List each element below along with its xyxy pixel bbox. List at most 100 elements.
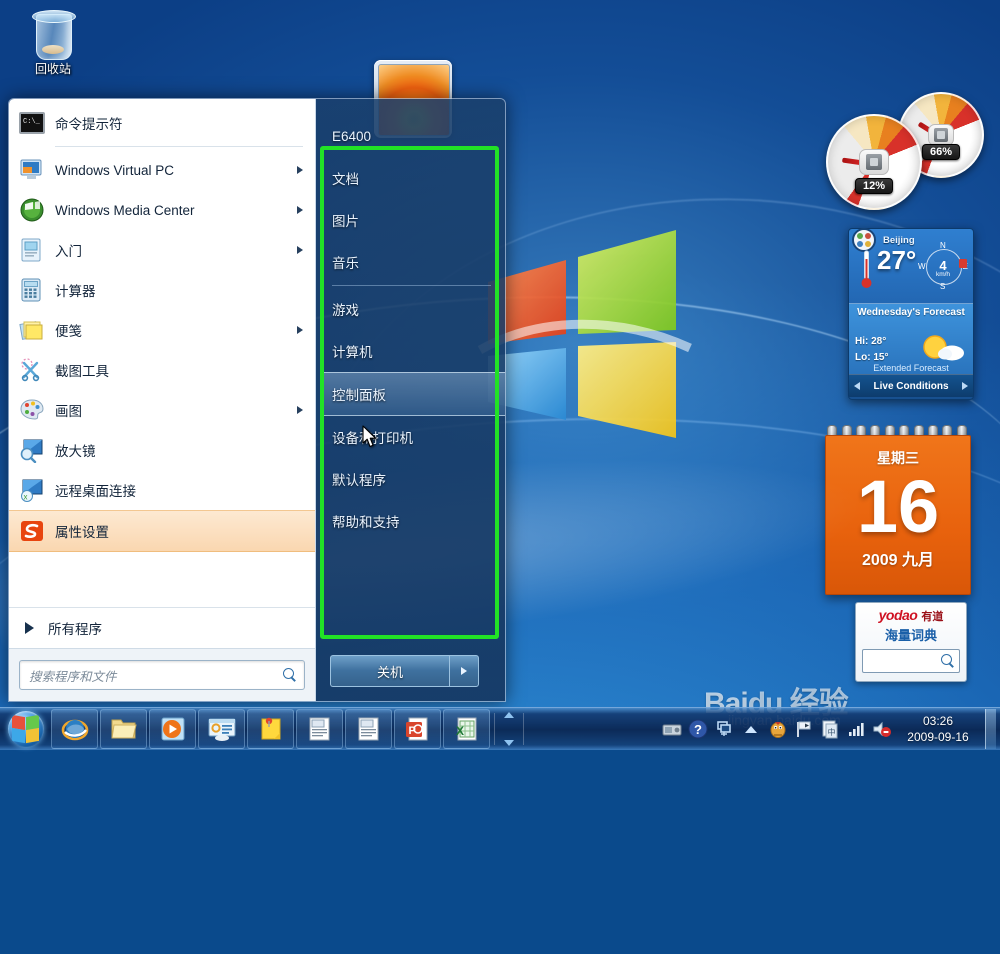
media-center-icon: [19, 197, 45, 223]
start-right-item-documents[interactable]: 文档: [328, 157, 505, 199]
start-item-label: 入门: [55, 244, 82, 259]
start-item-label: 便笺: [55, 324, 82, 339]
scroll-down-icon[interactable]: [504, 740, 514, 746]
calendar-rings: [825, 425, 969, 445]
start-right-item-label: 图片: [332, 214, 359, 229]
tray-scroll-buttons[interactable]: [502, 712, 516, 746]
desktop-icon-recycle-bin[interactable]: 回收站: [10, 8, 96, 76]
taskbar-excel[interactable]: X: [443, 709, 490, 749]
start-right-item-label: 默认程序: [332, 473, 386, 488]
system-tray: ? 中 03:26 2009-09-16: [659, 709, 1000, 749]
youdao-dictionary-gadget[interactable]: yodao 有道 海量词典: [855, 602, 967, 682]
calendar-month: 2009 九月: [861, 552, 935, 569]
wind-compass: N S W E 4 km/h: [918, 241, 968, 291]
word-document-icon-2: [358, 717, 378, 741]
chevron-right-icon[interactable]: [297, 206, 303, 214]
start-item-command-prompt[interactable]: C:\_ 命令提示符: [9, 103, 315, 143]
weather-forecast: Wednesday's Forecast Hi: 28° Lo: 15° Ext…: [849, 303, 973, 374]
cpu-meter-dial[interactable]: 12%: [826, 114, 922, 210]
start-right-item-help-and-support[interactable]: 帮助和支持: [328, 500, 505, 542]
taskbar-control-panel-window[interactable]: [198, 709, 245, 749]
shutdown-options-button[interactable]: [449, 655, 479, 687]
youdao-brand-cn: 有道: [921, 611, 944, 623]
cpu-hub: [859, 149, 889, 175]
svg-text:?: ?: [694, 722, 702, 737]
start-menu-left-pane: C:\_ 命令提示符 Windows Virtual PC Windows Me…: [9, 99, 316, 701]
start-right-item-control-panel[interactable]: 控制面板: [320, 372, 505, 416]
youdao-brand-en: yodao: [878, 607, 918, 623]
taskbar-clock[interactable]: 03:26 2009-09-16: [895, 713, 981, 745]
show-desktop-button[interactable]: [985, 709, 996, 749]
start-right-item-user[interactable]: E6400: [328, 115, 505, 157]
command-prompt-icon: C:\_: [19, 110, 45, 136]
menu-separator: [332, 285, 491, 286]
taskbar-internet-explorer[interactable]: [51, 709, 98, 749]
start-item-label: 放大镜: [55, 444, 96, 459]
internet-explorer-icon: [61, 719, 88, 741]
sogou-icon: [19, 518, 45, 544]
taskbar-windows-explorer[interactable]: [100, 709, 147, 749]
network-flyout-icon[interactable]: [714, 719, 734, 739]
start-right-item-games[interactable]: 游戏: [328, 288, 505, 330]
all-programs-button[interactable]: 所有程序: [9, 607, 315, 648]
start-right-item-default-programs[interactable]: 默认程序: [328, 458, 505, 500]
start-item-remote-desktop[interactable]: x 远程桌面连接: [9, 470, 315, 510]
shutdown-button[interactable]: 关机: [330, 655, 449, 687]
extended-forecast-link[interactable]: Extended Forecast: [849, 363, 973, 373]
youdao-search-input[interactable]: [862, 649, 960, 673]
start-button[interactable]: [2, 709, 50, 749]
start-item-label: Windows Virtual PC: [55, 162, 175, 178]
svg-text:C:\_: C:\_: [23, 118, 41, 126]
ime-icon[interactable]: 中: [820, 719, 840, 739]
start-right-item-music[interactable]: 音乐: [328, 241, 505, 283]
chevron-right-icon[interactable]: [297, 166, 303, 174]
next-arrow-icon[interactable]: [962, 382, 968, 390]
search-input[interactable]: 搜索程序和文件: [19, 660, 305, 690]
start-item-windows-virtual-pc[interactable]: Windows Virtual PC: [9, 150, 315, 190]
start-item-windows-media-center[interactable]: Windows Media Center: [9, 190, 315, 230]
taskbar-separator: [494, 713, 495, 745]
taskbar[interactable]: P X ? 中 03:26 2009-09-16: [0, 707, 1000, 750]
taskbar-sticky-notes-window[interactable]: [247, 709, 294, 749]
flag-action-center-icon[interactable]: [794, 719, 814, 739]
start-menu[interactable]: C:\_ 命令提示符 Windows Virtual PC Windows Me…: [8, 98, 506, 702]
forecast-low: Lo: 15°: [855, 352, 889, 363]
start-item-snipping-tool[interactable]: 截图工具: [9, 350, 315, 390]
calendar-gadget[interactable]: 星期三 16 2009 九月: [825, 425, 971, 595]
media-player-icon: [161, 717, 184, 741]
sun-cloud-icon: [923, 335, 964, 361]
taskbar-powerpoint[interactable]: P: [394, 709, 441, 749]
clock-date: 2009-09-16: [907, 730, 969, 744]
taskbar-media-player[interactable]: [149, 709, 196, 749]
start-item-paint[interactable]: 画图: [9, 390, 315, 430]
start-item-calculator[interactable]: 计算器: [9, 270, 315, 310]
help-icon[interactable]: ?: [688, 719, 708, 739]
calendar-day: 16: [856, 465, 940, 548]
start-item-magnifier[interactable]: 放大镜: [9, 430, 315, 470]
qq-icon[interactable]: [768, 719, 788, 739]
chevron-right-icon[interactable]: [297, 326, 303, 334]
show-hidden-icons-icon[interactable]: [745, 725, 757, 733]
search-icon[interactable]: [940, 653, 956, 669]
start-item-sticky-notes[interactable]: 便笺: [9, 310, 315, 350]
chevron-right-icon[interactable]: [297, 246, 303, 254]
wind-speed-unit: km/h: [935, 271, 951, 278]
taskbar-word-document-1[interactable]: [296, 709, 343, 749]
start-right-item-computer[interactable]: 计算机: [328, 330, 505, 372]
search-icon[interactable]: [282, 667, 298, 683]
start-item-getting-started[interactable]: 入门: [9, 230, 315, 270]
youdao-logo: yodao 有道: [856, 603, 966, 624]
resource-meter-gadget[interactable]: 66% 12%: [826, 92, 996, 210]
volume-muted-icon[interactable]: [872, 719, 892, 739]
radio-icon[interactable]: [662, 719, 682, 739]
start-item-sogou-properties[interactable]: 属性设置: [9, 510, 315, 552]
taskbar-separator-2: [523, 713, 524, 745]
taskbar-word-document-2[interactable]: [345, 709, 392, 749]
weather-gadget[interactable]: Beijing 27° N S W E 4 km/h Wednesday's F…: [848, 228, 974, 400]
network-signal-icon[interactable]: [846, 719, 866, 739]
scroll-up-icon[interactable]: [504, 712, 514, 718]
chevron-right-icon[interactable]: [297, 406, 303, 414]
start-right-item-devices-and-printers[interactable]: 设备和打印机: [328, 416, 505, 458]
ram-hub: [928, 124, 954, 146]
start-right-item-pictures[interactable]: 图片: [328, 199, 505, 241]
